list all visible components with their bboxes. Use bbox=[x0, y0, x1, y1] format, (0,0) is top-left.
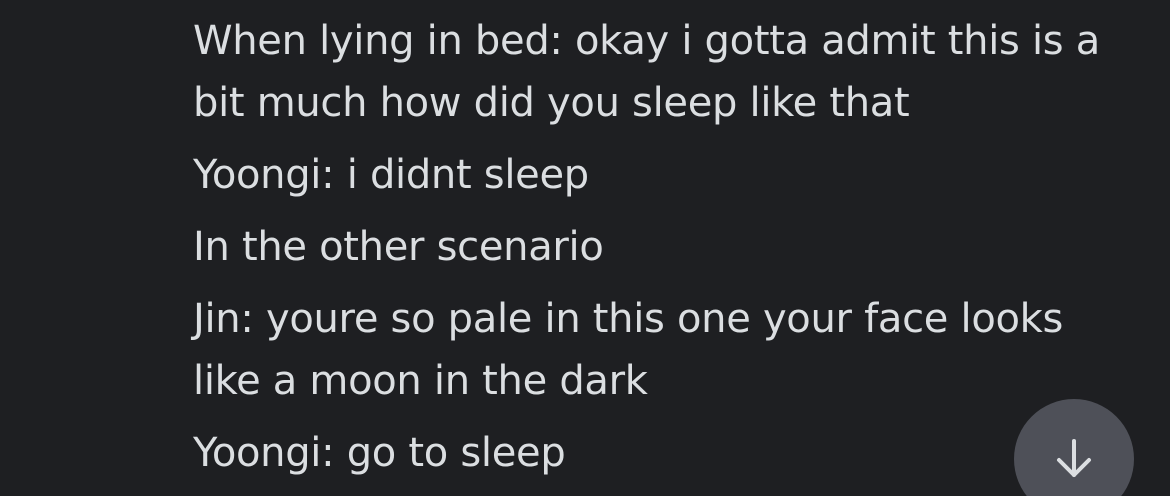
arrow-down-icon bbox=[1050, 435, 1098, 483]
message-text: In the other scenario bbox=[193, 224, 604, 270]
message-text: When lying in bed: okay i gotta admit th… bbox=[193, 18, 1100, 126]
message-text: Jin: youre so pale in this one your face… bbox=[193, 296, 1064, 404]
message-text: Yoongi: i didnt sleep bbox=[193, 152, 589, 198]
message-list: When lying in bed: okay i gotta admit th… bbox=[193, 10, 1133, 484]
message-text: Yoongi: go to sleep bbox=[193, 430, 566, 476]
